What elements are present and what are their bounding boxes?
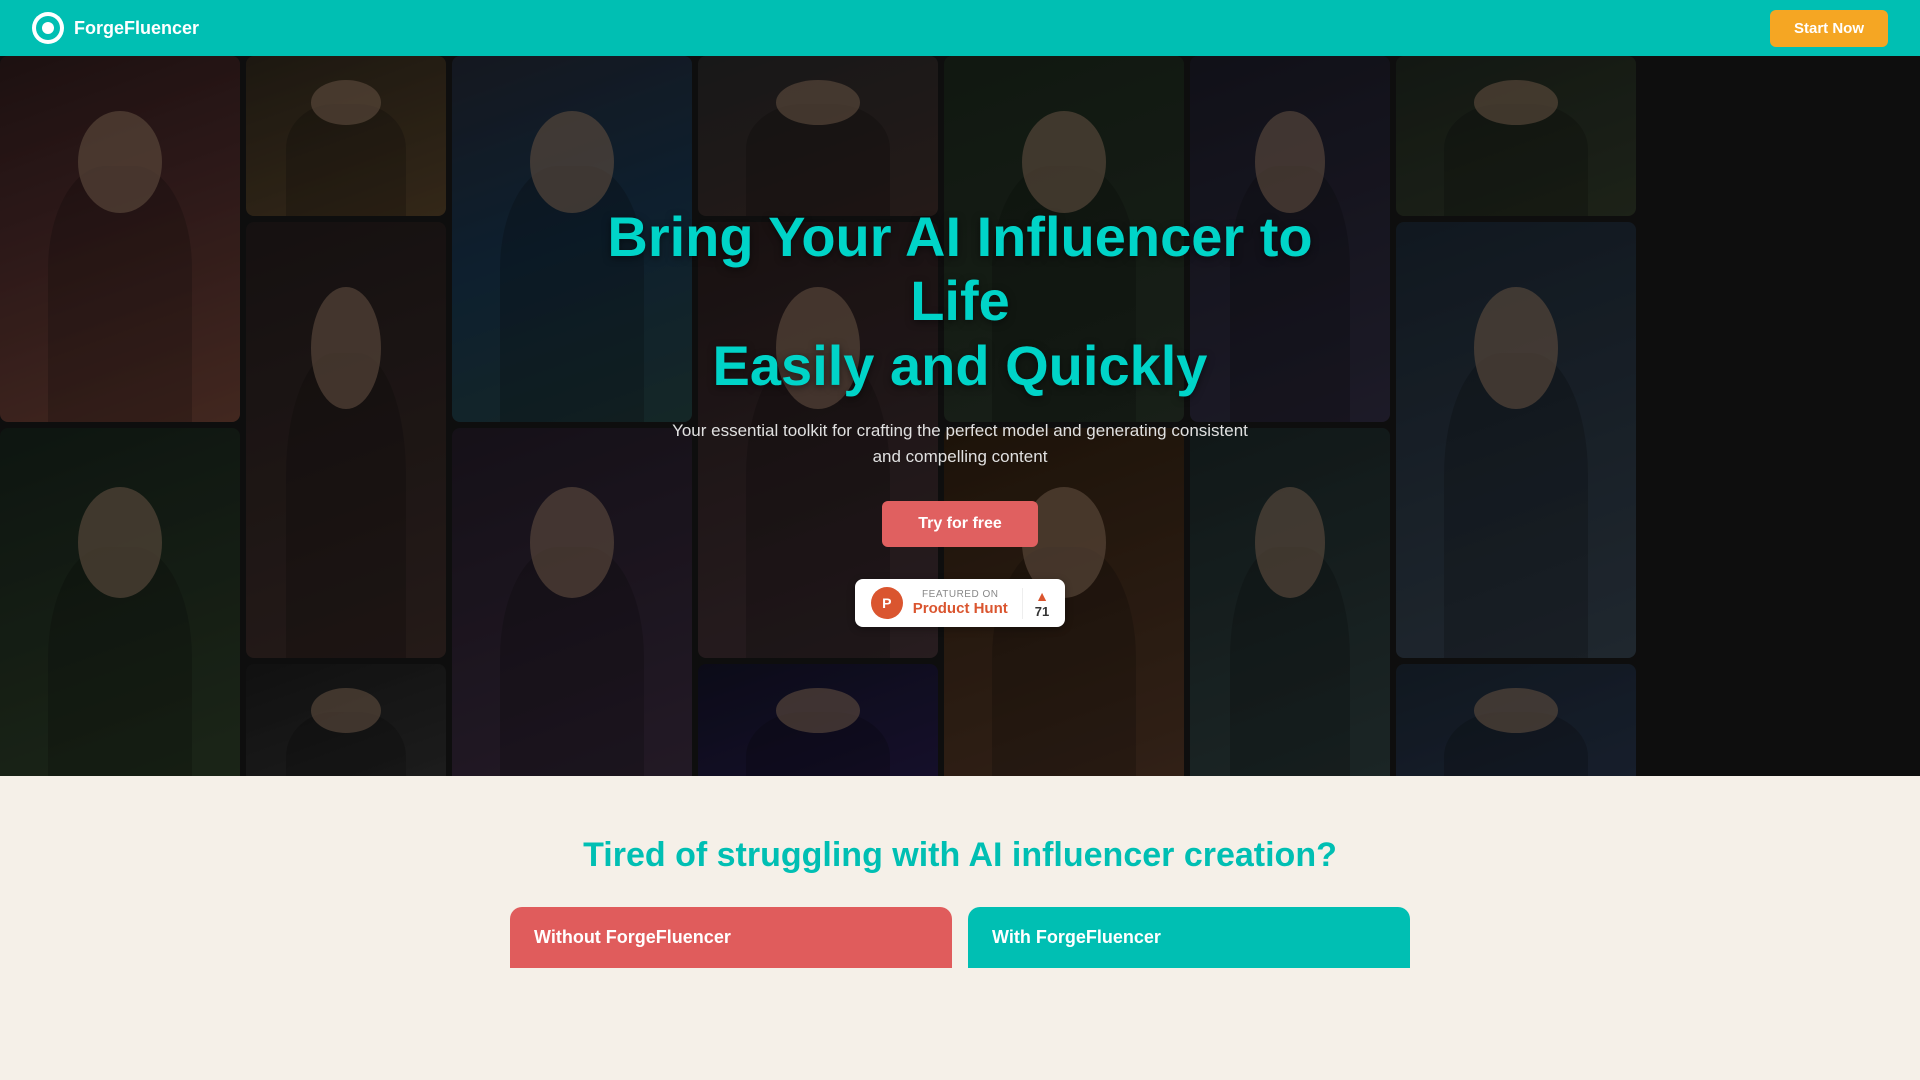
brand-logo [32,12,64,44]
product-hunt-text: FEATURED ON Product Hunt [913,589,1008,617]
product-hunt-badge[interactable]: P FEATURED ON Product Hunt ▲ 71 [855,579,1065,627]
card-without-label: Without ForgeFluencer [534,927,731,947]
navbar: ForgeFluencer Start Now [0,0,1920,56]
product-hunt-vote-count: 71 [1035,604,1049,619]
hero-section: Bring Your AI Influencer to Life Easily … [0,56,1920,776]
card-with-forgefluencer: With ForgeFluencer [968,907,1410,968]
brand-name: ForgeFluencer [74,18,199,39]
second-section: Tired of struggling with AI influencer c… [0,776,1920,1008]
hero-title: Bring Your AI Influencer to Life Easily … [560,205,1360,398]
brand-logo-inner [36,16,60,40]
hero-content: Bring Your AI Influencer to Life Easily … [0,56,1920,776]
hero-title-line1: Bring Your AI Influencer to Life [607,205,1312,332]
product-hunt-featured-label: FEATURED ON [913,589,1008,600]
comparison-row: Without ForgeFluencer With ForgeFluencer [510,907,1410,968]
try-free-button[interactable]: Try for free [882,501,1038,547]
hero-title-line2: Easily and Quickly [713,334,1208,397]
product-hunt-arrow-icon: ▲ [1035,588,1049,604]
brand: ForgeFluencer [32,12,199,44]
hero-subtitle: Your essential toolkit for crafting the … [660,418,1260,469]
start-now-button[interactable]: Start Now [1770,10,1888,47]
card-with-label: With ForgeFluencer [992,927,1161,947]
product-hunt-icon: P [871,587,903,619]
product-hunt-votes: ▲ 71 [1022,588,1049,619]
card-without-forgefluencer: Without ForgeFluencer [510,907,952,968]
product-hunt-name: Product Hunt [913,600,1008,617]
second-section-title: Tired of struggling with AI influencer c… [20,836,1900,875]
